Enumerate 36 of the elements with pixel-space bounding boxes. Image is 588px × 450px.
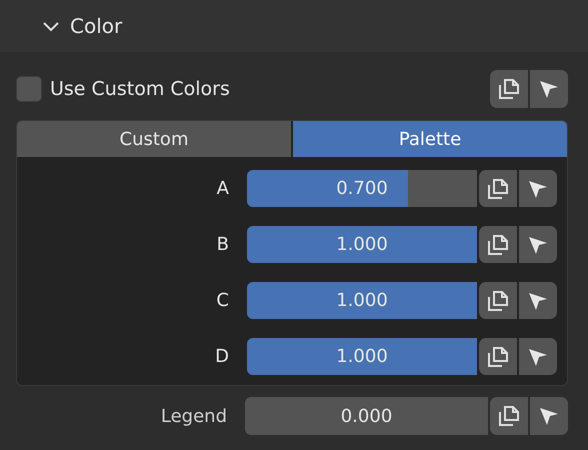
copy-button[interactable] — [490, 397, 528, 435]
number-field[interactable]: 0.000 — [245, 397, 488, 435]
cursor-icon — [538, 405, 560, 427]
eyedropper-button[interactable] — [530, 70, 568, 108]
panel-header[interactable]: Color — [0, 0, 588, 52]
value-slider[interactable]: 1.000 — [247, 226, 477, 263]
eyedropper-button[interactable] — [530, 397, 568, 435]
copy-button[interactable] — [479, 170, 517, 207]
copy-icon — [487, 234, 509, 256]
eyedropper-button[interactable] — [519, 170, 557, 207]
value-slider[interactable]: 1.000 — [247, 282, 477, 319]
copy-icon — [487, 178, 509, 200]
checkbox[interactable] — [16, 76, 42, 102]
copy-icon — [498, 78, 520, 100]
copy-icon — [487, 346, 509, 368]
tab[interactable]: Palette — [293, 121, 567, 157]
value-slider[interactable]: 0.700 — [247, 170, 477, 207]
copy-button[interactable] — [479, 282, 517, 319]
copy-button[interactable] — [490, 70, 528, 108]
eyedropper-button[interactable] — [519, 282, 557, 319]
field-label: C — [215, 290, 230, 311]
copy-icon — [498, 405, 520, 427]
eyedropper-button[interactable] — [519, 338, 557, 375]
cursor-icon — [538, 78, 560, 100]
value-slider[interactable]: 1.000 — [247, 338, 477, 375]
copy-button[interactable] — [479, 338, 517, 375]
copy-icon — [487, 290, 509, 312]
panel-title: Color — [70, 14, 122, 38]
eyedropper-button[interactable] — [519, 226, 557, 263]
field-label: B — [216, 234, 230, 255]
checkbox-label[interactable]: Use Custom Colors — [50, 78, 230, 100]
field-label: A — [216, 178, 230, 199]
field-label: D — [214, 346, 230, 367]
tab[interactable]: Custom — [17, 121, 291, 157]
field-label: Legend — [160, 406, 228, 426]
copy-button[interactable] — [479, 226, 517, 263]
